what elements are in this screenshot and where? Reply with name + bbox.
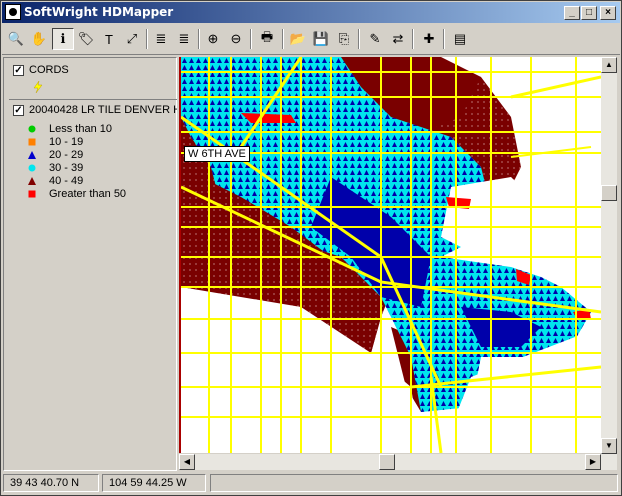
- overview-button[interactable]: ▤: [449, 28, 471, 50]
- text-tool-button[interactable]: T: [98, 28, 120, 50]
- legend-item-label: 10 - 19: [49, 136, 84, 148]
- lightning-icon: [33, 80, 43, 94]
- layers-up-icon: ≣: [155, 31, 167, 46]
- layer-cords[interactable]: ✓ CORDS: [9, 62, 177, 100]
- legend-panel: ✓ CORDS ✓ 20040428 LR TILE DENVER H Less…: [3, 57, 177, 471]
- triangle-symbol-icon: [28, 151, 36, 159]
- properties-button[interactable]: ✎: [364, 28, 386, 50]
- toolbar-separator: [412, 29, 414, 49]
- legend-item-label: 30 - 39: [49, 162, 84, 174]
- scroll-right-button[interactable]: ▶: [585, 454, 601, 470]
- layers-up-button[interactable]: ≣: [150, 28, 172, 50]
- toolbar-separator: [198, 29, 200, 49]
- latitude-readout: 39 43 40.70 N: [3, 474, 99, 492]
- scroll-left-button[interactable]: ◀: [179, 454, 195, 470]
- print-icon: 🖶: [260, 29, 274, 44]
- toolbar-separator: [282, 29, 284, 49]
- vertical-scrollbar[interactable]: ▲ ▼: [601, 57, 617, 470]
- legend-item-label: 40 - 49: [49, 175, 84, 187]
- exchange-button[interactable]: ⇄: [387, 28, 409, 50]
- minimize-button[interactable]: _: [564, 6, 580, 20]
- layer-tile-checkbox[interactable]: ✓: [13, 105, 24, 116]
- text-tool-icon: T: [105, 31, 113, 47]
- zoom-tool-button[interactable]: 🔍: [5, 28, 27, 50]
- zoom-out-icon: ⊖: [230, 31, 242, 46]
- zoom-in-icon: ⊕: [207, 31, 219, 46]
- legend-item-label: Less than 10: [49, 123, 112, 135]
- info-icon: ℹ: [60, 31, 66, 46]
- save-icon: 💾: [312, 31, 330, 46]
- save-button[interactable]: 💾: [310, 28, 332, 50]
- horizontal-scrollbar[interactable]: ◀ ▶: [179, 454, 601, 470]
- pan-hand-icon: ✋: [30, 31, 48, 46]
- legend-item: 30 - 39: [26, 162, 174, 175]
- street-callout: W 6TH AVE: [184, 146, 250, 162]
- legend-item: 40 - 49: [26, 175, 174, 188]
- layers-down-button[interactable]: ≣: [173, 28, 195, 50]
- square-symbol-icon: [28, 190, 36, 198]
- toolbar-separator: [146, 29, 148, 49]
- add-layer-icon: ✚: [423, 31, 435, 46]
- label-tool-icon: 🏷: [77, 31, 95, 46]
- toolbar: 🔍 ✋ ℹ 🏷 T ⤢ ≣ ≣ ⊕ ⊖ 🖶 📂 💾 ⎘ ✎ ⇄ ✚ ▤: [2, 25, 620, 55]
- status-message: [210, 474, 618, 492]
- coverage-map[interactable]: [181, 57, 601, 453]
- zoom-tool-icon: 🔍: [7, 31, 25, 46]
- toolbar-separator: [250, 29, 252, 49]
- legend-item: 20 - 29: [26, 149, 174, 162]
- legend-item: 10 - 19: [26, 136, 174, 149]
- legend-item: Greater than 50: [26, 188, 174, 201]
- layer-cords-checkbox[interactable]: ✓: [13, 65, 24, 76]
- toolbar-separator: [358, 29, 360, 49]
- export-icon: ⎘: [338, 31, 350, 46]
- overview-icon: ▤: [453, 31, 467, 46]
- open-folder-icon: 📂: [289, 31, 307, 46]
- pan-hand-button[interactable]: ✋: [28, 28, 50, 50]
- longitude-readout: 104 59 44.25 W: [102, 474, 206, 492]
- window-title: SoftWright HDMapper: [24, 5, 174, 19]
- export-button[interactable]: ⎘: [333, 28, 355, 50]
- exchange-icon: ⇄: [392, 31, 404, 46]
- print-button[interactable]: 🖶: [256, 28, 278, 50]
- scroll-down-button[interactable]: ▼: [601, 438, 617, 454]
- circle-symbol-icon: [28, 125, 36, 133]
- close-button[interactable]: ×: [600, 6, 616, 20]
- layer-cords-label: CORDS: [29, 64, 69, 76]
- measure-tool-button[interactable]: ⤢: [121, 28, 143, 50]
- layer-tile-label: 20040428 LR TILE DENVER H: [29, 104, 177, 116]
- triangle-symbol-icon: [28, 177, 36, 185]
- legend-item-label: Greater than 50: [49, 188, 127, 200]
- square-symbol-icon: [28, 138, 36, 146]
- toolbar-separator: [443, 29, 445, 49]
- circle-symbol-icon: [28, 164, 36, 172]
- vertical-scroll-thumb[interactable]: [601, 185, 617, 201]
- add-layer-button[interactable]: ✚: [418, 28, 440, 50]
- title-bar[interactable]: SoftWright HDMapper _ □ ×: [2, 2, 620, 23]
- zoom-out-button[interactable]: ⊖: [225, 28, 247, 50]
- layers-down-icon: ≣: [178, 31, 190, 46]
- info-button[interactable]: ℹ: [52, 28, 74, 50]
- properties-icon: ✎: [369, 31, 381, 46]
- legend-item: Less than 10: [26, 123, 174, 136]
- open-folder-button[interactable]: 📂: [287, 28, 309, 50]
- zoom-in-button[interactable]: ⊕: [202, 28, 224, 50]
- horizontal-scroll-thumb[interactable]: [379, 454, 395, 470]
- scroll-up-button[interactable]: ▲: [601, 57, 617, 73]
- app-window: SoftWright HDMapper _ □ × 🔍 ✋ ℹ 🏷 T ⤢ ≣ ≣ ⊕ ⊖ 🖶 📂 💾 ⎘…: [0, 0, 622, 496]
- map-view[interactable]: W 6TH AVE: [179, 57, 601, 453]
- app-logo-icon: [5, 4, 21, 20]
- legend-item-label: 20 - 29: [49, 149, 84, 161]
- measure-tool-icon: ⤢: [126, 31, 138, 46]
- maximize-button[interactable]: □: [581, 6, 597, 20]
- status-bar: 39 43 40.70 N 104 59 44.25 W: [2, 472, 620, 494]
- label-tool-button[interactable]: 🏷: [75, 28, 97, 50]
